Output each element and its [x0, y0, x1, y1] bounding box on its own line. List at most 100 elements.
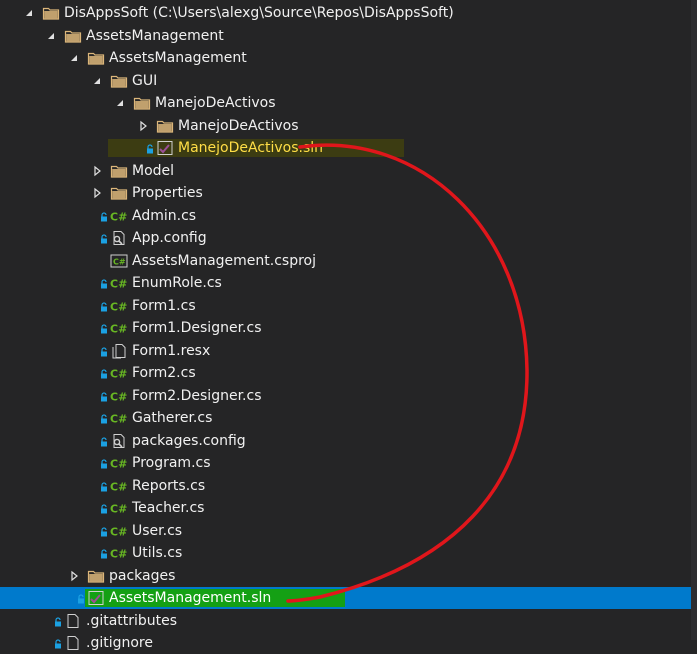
tree-item-manejodeactivos[interactable]: ManejoDeActivos [0, 115, 691, 137]
lock-icon [99, 369, 109, 379]
tree-item-label: ManejoDeActivos [178, 117, 299, 134]
lock-icon [99, 324, 109, 334]
csharp-file-icon: C# [110, 500, 128, 516]
tree-item-gatherer-cs[interactable]: C# Gatherer.cs [0, 407, 691, 429]
config-file-icon [110, 433, 128, 449]
tree-item-user-cs[interactable]: C# User.cs [0, 520, 691, 542]
tree-item-admin-cs[interactable]: C# Admin.cs [0, 205, 691, 227]
tree-item-label: DisAppsSoft (C:\Users\alexg\Source\Repos… [64, 5, 454, 21]
svg-text:C#: C# [110, 480, 127, 493]
tree-item-disappssoft-c-users-alexg-source-repos-disappssoft[interactable]: DisAppsSoft (C:\Users\alexg\Source\Repos… [0, 2, 691, 24]
svg-text:C#: C# [110, 525, 127, 538]
solution-file-icon [156, 140, 174, 156]
lock-icon [99, 436, 109, 447]
collapse-arrow-icon[interactable] [45, 30, 57, 42]
tree-item-label: .gitattributes [86, 612, 178, 629]
tree-item-label: User.cs [132, 522, 183, 539]
solution-explorer-tree: DisAppsSoft (C:\Users\alexg\Source\Repos… [0, 0, 697, 651]
svg-text:C#: C# [110, 390, 127, 403]
tree-item-manejodeactivos-sln[interactable]: ManejoDeActivos.sln [0, 137, 691, 159]
tree-item-app-config[interactable]: App.config [0, 227, 691, 249]
tree-item-assetsmanagement[interactable]: AssetsManagement [0, 47, 691, 69]
folder-icon [110, 185, 128, 201]
expand-arrow-icon[interactable] [68, 570, 80, 582]
tree-item-label: Form2.Designer.cs [132, 387, 262, 404]
tree-item-program-cs[interactable]: C# Program.cs [0, 452, 691, 474]
tree-item-label: AssetsManagement [86, 27, 224, 44]
csharp-file-icon: C# [110, 455, 128, 471]
csharp-file-icon: C# [110, 320, 128, 336]
tree-item-form2-cs[interactable]: C# Form2.cs [0, 362, 691, 384]
csharp-file-icon: C# [110, 365, 128, 381]
tree-item-gitattributes[interactable]: .gitattributes [0, 610, 691, 632]
tree-item-reports-cs[interactable]: C# Reports.cs [0, 475, 691, 497]
tree-item-assetsmanagement[interactable]: AssetsManagement [0, 25, 691, 47]
csharp-file-icon: C# [110, 478, 128, 494]
csharp-file-icon: C# [110, 410, 128, 426]
folder-icon [87, 50, 105, 66]
collapse-arrow-icon[interactable] [68, 52, 80, 64]
lock-icon [99, 481, 109, 492]
tree-item-manejodeactivos[interactable]: ManejoDeActivos [0, 92, 691, 114]
tree-item-packages[interactable]: packages [0, 565, 691, 587]
expand-arrow-icon[interactable] [137, 120, 149, 132]
tree-item-label: Form1.cs [132, 297, 196, 314]
tree-item-utils-cs[interactable]: C# Utils.cs [0, 542, 691, 564]
lock-icon [99, 211, 109, 222]
tree-item-form2-designer-cs[interactable]: C# Form2.Designer.cs [0, 385, 691, 407]
folder-icon [87, 568, 105, 584]
tree-item-label: Form2.cs [132, 365, 196, 381]
lock-icon [99, 414, 109, 424]
svg-text:C#: C# [113, 257, 126, 266]
tree-item-gui[interactable]: GUI [0, 70, 691, 92]
tree-item-assetsmanagement-csproj[interactable]: C# AssetsManagement.csproj [0, 250, 691, 272]
lock-icon [99, 526, 109, 537]
expand-arrow-icon[interactable] [91, 187, 103, 199]
vertical-scrollbar[interactable] [691, 0, 697, 640]
tree-item-teacher-cs[interactable]: C# Teacher.cs [0, 497, 691, 519]
svg-text:C#: C# [110, 413, 127, 426]
config-file-icon [110, 230, 128, 246]
collapse-arrow-icon[interactable] [91, 75, 103, 87]
tree-item-label: Program.cs [132, 455, 211, 471]
csharp-file-icon: C# [110, 208, 128, 224]
tree-item-label: Model [132, 162, 175, 179]
folder-icon [156, 118, 174, 134]
lock-icon [99, 459, 109, 469]
svg-text:C#: C# [110, 323, 127, 336]
tree-item-gitignore[interactable]: .gitignore [0, 632, 691, 654]
tree-item-label: Teacher.cs [132, 500, 205, 516]
folder-icon [42, 5, 60, 21]
tree-item-packages-config[interactable]: packages.config [0, 430, 691, 452]
tree-item-enumrole-cs[interactable]: C# EnumRole.cs [0, 272, 691, 294]
lock-icon [99, 234, 109, 244]
expand-arrow-icon[interactable] [91, 165, 103, 177]
tree-item-assetsmanagement-sln[interactable]: AssetsManagement.sln [0, 587, 691, 609]
svg-text:C#: C# [110, 503, 127, 516]
tree-item-model[interactable]: Model [0, 160, 691, 182]
svg-text:C#: C# [110, 458, 127, 471]
tree-item-form1-cs[interactable]: C# Form1.cs [0, 295, 691, 317]
csharp-file-icon: C# [110, 388, 128, 404]
svg-text:C#: C# [110, 368, 127, 381]
tree-item-properties[interactable]: Properties [0, 182, 691, 204]
tree-item-label: App.config [132, 230, 207, 246]
tree-item-label: GUI [132, 72, 158, 89]
csharp-file-icon: C# [110, 523, 128, 539]
lock-icon [99, 279, 109, 289]
csharp-file-icon: C# [110, 275, 128, 291]
tree-item-form1-designer-cs[interactable]: C# Form1.Designer.cs [0, 317, 691, 339]
tree-item-label: Utils.cs [132, 545, 183, 561]
tree-item-form1-resx[interactable]: Form1.resx [0, 340, 691, 362]
tree-item-label: packages.config [132, 432, 246, 449]
collapse-arrow-icon[interactable] [23, 7, 35, 19]
tree-item-label: Form1.Designer.cs [132, 320, 262, 336]
svg-text:C#: C# [110, 210, 127, 223]
file-icon [64, 613, 82, 629]
collapse-arrow-icon[interactable] [114, 97, 126, 109]
csharp-file-icon: C# [110, 545, 128, 561]
lock-icon [99, 504, 109, 514]
tree-item-label: ManejoDeActivos.sln [178, 140, 324, 156]
lock-icon [76, 594, 86, 604]
tree-item-label: .gitignore [86, 635, 153, 651]
